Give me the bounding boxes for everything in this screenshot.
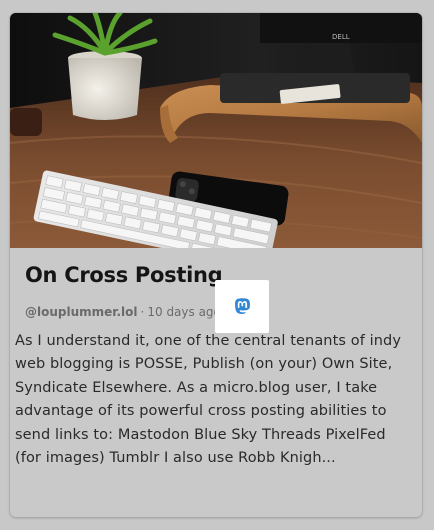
post-excerpt: As I understand it, one of the central t… xyxy=(15,333,402,467)
post-author[interactable]: @louplummer.lol xyxy=(25,305,138,319)
svg-text:DELL: DELL xyxy=(332,33,350,41)
post-hero-image[interactable]: DELL xyxy=(10,13,422,248)
desk-photo: DELL xyxy=(10,13,422,248)
meta-separator-dot: · xyxy=(140,305,145,319)
mastodon-crosspost-link[interactable] xyxy=(215,280,269,333)
post-meta: @louplummer.lol · 10 days ago | xyxy=(25,303,235,321)
post-time-ago: 10 days ago xyxy=(147,305,221,319)
mastodon-icon xyxy=(234,298,250,314)
post-title[interactable]: On Cross Posting xyxy=(25,263,223,287)
